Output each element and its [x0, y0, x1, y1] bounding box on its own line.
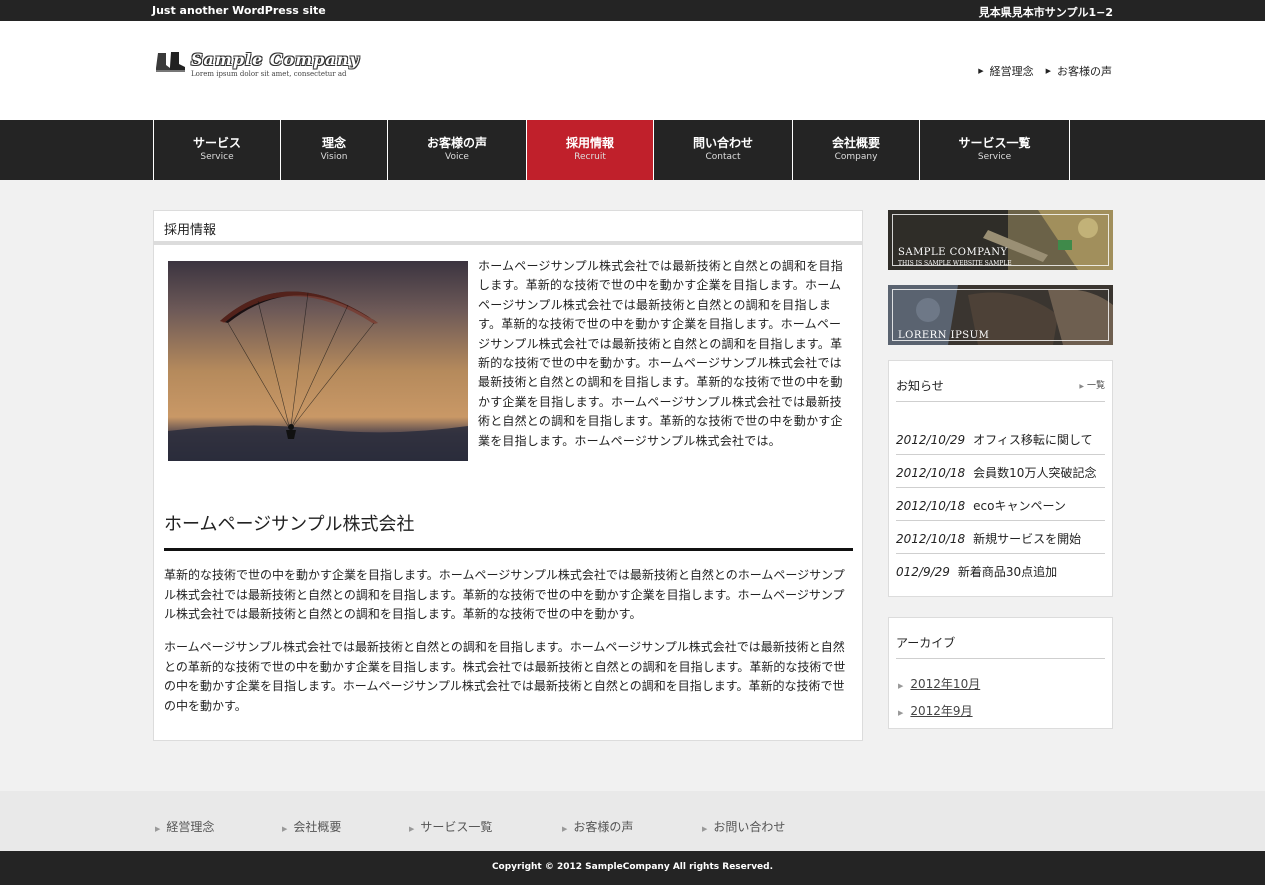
nav-item-service-list[interactable]: サービス一覧 Service	[920, 120, 1070, 180]
copyright: Copyright © 2012 SampleCompany All right…	[0, 851, 1265, 885]
nav-sublabel: Voice	[445, 152, 469, 162]
archive-link[interactable]: 2012年9月	[910, 704, 972, 718]
news-list: 2012/10/29 オフィス移転に関して 2012/10/18 会員数10万人突破…	[896, 422, 1105, 587]
footer-link-label: 会社概要	[293, 820, 342, 834]
archive-item: ▶ 2012年9月	[898, 699, 980, 726]
arrow-right-icon: ▶	[409, 825, 415, 833]
arrow-right-icon: ▶	[155, 825, 161, 833]
arrow-right-icon: ▶	[898, 709, 904, 717]
banner-title: LORERN IPSUM	[898, 330, 990, 341]
news-text: ecoキャンペーン	[973, 499, 1066, 513]
footer-link-company[interactable]: ▶ 会社概要	[282, 818, 341, 835]
nav-item-vision[interactable]: 理念 Vision	[281, 120, 388, 180]
nav-item-voice[interactable]: お客様の声 Voice	[388, 120, 527, 180]
footer-nav: ▶ 経営理念 ▶ 会社概要 ▶ サービス一覧 ▶ お客様の声 ▶ お問い合わせ	[0, 791, 1265, 851]
footer-link-label: お客様の声	[573, 820, 634, 834]
nav-sublabel: Vision	[320, 152, 348, 162]
news-text: 会員数10万人突破記念	[973, 466, 1097, 480]
main-content: 採用情報 ホームページサンプル株式会社では最新技術と自然との調和を目指します。革…	[153, 210, 863, 741]
arrow-right-icon: ▶	[1079, 383, 1084, 390]
arrow-right-icon: ▶	[702, 825, 708, 833]
company-address: 見本県見本市サンプル1−2	[978, 6, 1113, 19]
site-logo[interactable]: Sample Company Lorem ipsum dolor sit ame…	[155, 51, 360, 79]
archive-link[interactable]: 2012年10月	[910, 677, 980, 691]
body-paragraph: 革新的な技術で世の中を動かす企業を目指します。ホームページサンプル株式会社では最…	[164, 568, 845, 622]
nav-label: サービス一覧	[958, 136, 1031, 150]
footer-link-philosophy[interactable]: ▶ 経営理念	[155, 818, 214, 835]
footer-link-label: サービス一覧	[420, 820, 493, 834]
footer-link-contact[interactable]: ▶ お問い合わせ	[702, 818, 785, 835]
header-link-label: お客様の声	[1057, 65, 1112, 78]
header-links: ▶ 経営理念 ▶ お客様の声	[978, 63, 1112, 79]
nav-label: 理念	[321, 136, 346, 150]
news-item[interactable]: 2012/10/18 会員数10万人突破記念	[896, 455, 1105, 488]
news-title: お知らせ	[896, 377, 1105, 402]
site-tagline: Just another WordPress site	[152, 4, 326, 17]
news-date: 2012/10/18	[896, 499, 966, 513]
nav-item-company[interactable]: 会社概要 Company	[793, 120, 920, 180]
archive-title: アーカイブ	[896, 634, 1105, 659]
news-more-label: 一覧	[1086, 381, 1105, 391]
nav-item-recruit[interactable]: 採用情報 Recruit	[527, 120, 654, 180]
arrow-right-icon: ▶	[1045, 67, 1051, 75]
nav-label: サービス	[192, 136, 241, 150]
nav-label: 問い合わせ	[692, 136, 753, 150]
news-text: 新着商品30点追加	[957, 565, 1058, 579]
nav-sublabel: Company	[834, 152, 878, 162]
logo-name: Sample Company	[191, 50, 360, 69]
nav-sublabel: Recruit	[574, 152, 606, 162]
body-paragraph: ホームページサンプル株式会社では最新技術と自然との調和を目指します。ホームページ…	[164, 640, 846, 713]
banner-subtitle: THIS IS SAMPLE WEBSITE SAMPLE	[898, 260, 1012, 267]
nav-label: 会社概要	[831, 136, 880, 150]
news-item[interactable]: 2012/10/18 新規サービスを開始	[896, 521, 1105, 554]
footer-link-label: お問い合わせ	[713, 820, 786, 834]
paraglider-sunset-photo	[168, 261, 468, 461]
banner-lorem-ipsum[interactable]: LORERN IPSUM	[888, 285, 1113, 345]
site-header: Sample Company Lorem ipsum dolor sit ame…	[0, 21, 1265, 120]
news-date: 2012/10/18	[896, 532, 966, 546]
header-link-label: 経営理念	[989, 65, 1034, 78]
archive-item: ▶ 2012年10月	[898, 672, 980, 699]
banner-title: SAMPLE COMPANY	[898, 247, 1008, 258]
nav-item-contact[interactable]: 問い合わせ Contact	[654, 120, 793, 180]
header-link-philosophy[interactable]: ▶ 経営理念	[978, 63, 1033, 79]
news-widget: お知らせ ▶ 一覧 2012/10/29 オフィス移転に関して 2012/10/18…	[888, 360, 1113, 597]
archive-list: ▶ 2012年10月 ▶ 2012年9月	[898, 672, 980, 726]
news-text: オフィス移転に関して	[973, 433, 1093, 447]
arrow-right-icon: ▶	[562, 825, 568, 833]
logo-tagline: Lorem ipsum dolor sit amet, consectetur …	[191, 70, 347, 78]
footer-link-voice[interactable]: ▶ お客様の声	[562, 818, 633, 835]
news-item[interactable]: 2012/10/18 ecoキャンペーン	[896, 488, 1105, 521]
nav-sublabel: Service	[200, 152, 234, 162]
arrow-right-icon: ▶	[978, 67, 984, 75]
footer-link-label: 経営理念	[166, 820, 215, 834]
news-item[interactable]: 2012/10/29 オフィス移転に関して	[896, 422, 1105, 455]
section-heading: ホームページサンプル株式会社	[164, 510, 853, 551]
footer-link-service-list[interactable]: ▶ サービス一覧	[409, 818, 492, 835]
nav-label: 採用情報	[565, 136, 614, 150]
header-link-voice[interactable]: ▶ お客様の声	[1046, 63, 1112, 79]
archive-widget: アーカイブ ▶ 2012年10月 ▶ 2012年9月	[888, 617, 1113, 729]
nav-sublabel: Contact	[705, 152, 741, 162]
arrow-right-icon: ▶	[282, 825, 288, 833]
top-bar: Just another WordPress site 見本県見本市サンプル1−…	[0, 0, 1265, 21]
boots-logo-icon	[156, 52, 185, 72]
news-date: 012/9/29	[896, 565, 950, 579]
news-text: 新規サービスを開始	[973, 532, 1082, 546]
news-more-link[interactable]: ▶ 一覧	[1079, 378, 1105, 391]
nav-sublabel: Service	[977, 152, 1012, 162]
news-date: 2012/10/18	[896, 466, 966, 480]
page-title: 採用情報	[154, 211, 862, 245]
banner-frame	[892, 214, 1109, 266]
nav-label: お客様の声	[426, 136, 487, 150]
news-date: 2012/10/29	[896, 433, 966, 447]
intro-text: ホームページサンプル株式会社では最新技術と自然との調和を目指します。革新的な技術…	[478, 259, 843, 448]
main-nav: サービス Service 理念 Vision お客様の声 Voice 採用情報 Recr…	[0, 120, 1265, 180]
news-item[interactable]: 012/9/29 新着商品30点追加	[896, 554, 1105, 587]
nav-item-service[interactable]: サービス Service	[154, 120, 281, 180]
arrow-right-icon: ▶	[898, 682, 904, 690]
banner-sample-company[interactable]: SAMPLE COMPANY THIS IS SAMPLE WEBSITE SA…	[888, 210, 1113, 270]
